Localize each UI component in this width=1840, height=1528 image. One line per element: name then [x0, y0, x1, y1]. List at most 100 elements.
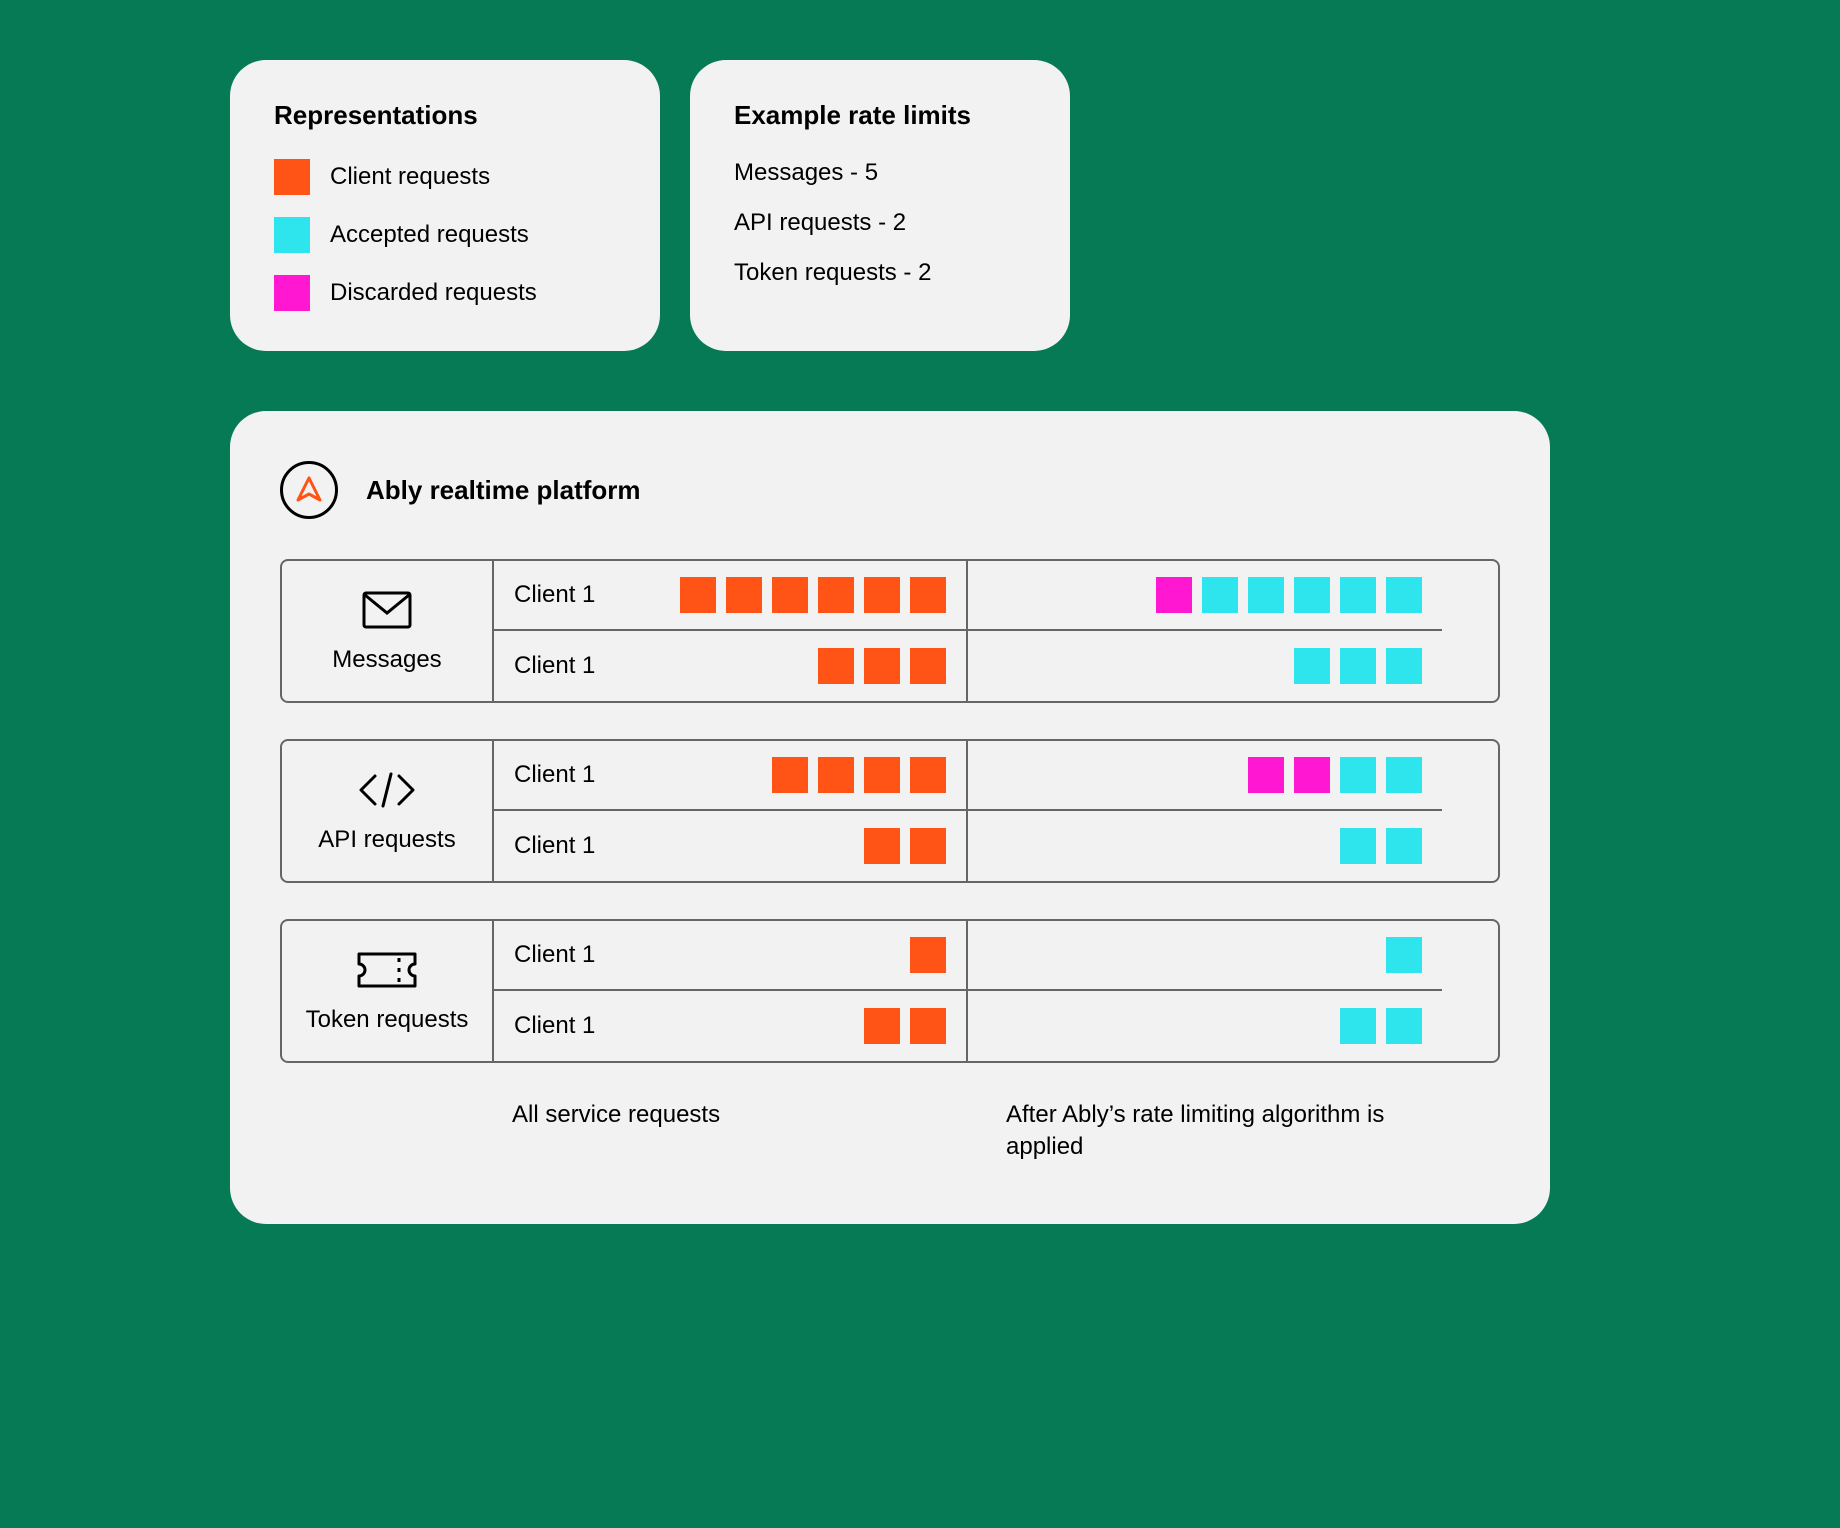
squares-before	[605, 1008, 946, 1044]
limit-value: 2	[893, 209, 906, 236]
request-square	[910, 577, 946, 613]
request-square	[1294, 648, 1330, 684]
request-square	[1340, 577, 1376, 613]
request-square	[864, 648, 900, 684]
section-name: Token requests	[306, 1006, 469, 1034]
request-square	[680, 577, 716, 613]
rate-limits-card: Example rate limits Messages - 5 API requ…	[690, 60, 1070, 351]
section-api-requests: API requests Client 1 Client 1	[280, 739, 1500, 883]
squares-before	[605, 648, 946, 684]
request-square	[1340, 757, 1376, 793]
legend-label: Client requests	[330, 163, 490, 191]
client-label: Client 1	[514, 832, 595, 860]
rate-limits-title: Example rate limits	[734, 100, 1026, 131]
representations-card: Representations Client requests Accepted …	[230, 60, 660, 351]
request-square	[864, 828, 900, 864]
row-before: Client 1	[494, 561, 968, 631]
section-label-cell: Messages	[282, 561, 494, 701]
request-square	[910, 757, 946, 793]
legend-swatch	[274, 217, 310, 253]
legend-item: Discarded requests	[274, 275, 616, 311]
squares-before	[605, 937, 946, 973]
request-square	[910, 1008, 946, 1044]
limit-item: Token requests - 2	[734, 259, 1026, 287]
squares-after	[988, 648, 1422, 684]
limit-value: 2	[918, 259, 931, 286]
request-square	[818, 577, 854, 613]
row-after	[968, 741, 1442, 811]
request-square	[772, 577, 808, 613]
top-cards-row: Representations Client requests Accepted …	[230, 60, 1840, 351]
request-square	[818, 648, 854, 684]
row-before: Client 1	[494, 991, 968, 1061]
request-square	[1202, 577, 1238, 613]
request-square	[1156, 577, 1192, 613]
limit-item: Messages - 5	[734, 159, 1026, 187]
limit-value: 5	[865, 159, 878, 186]
request-square	[910, 937, 946, 973]
request-square	[864, 577, 900, 613]
section-messages: Messages Client 1 Client 1	[280, 559, 1500, 703]
section-name: Messages	[332, 646, 441, 674]
request-square	[1386, 828, 1422, 864]
request-square	[864, 1008, 900, 1044]
row-before: Client 1	[494, 811, 968, 881]
caption-after: After Ably’s rate limiting algorithm is …	[966, 1099, 1440, 1164]
row-after	[968, 991, 1442, 1061]
request-square	[1248, 757, 1284, 793]
legend-label: Accepted requests	[330, 221, 529, 249]
section-label-cell: API requests	[282, 741, 494, 881]
squares-before	[605, 577, 946, 613]
request-square	[1386, 937, 1422, 973]
legend-label: Discarded requests	[330, 279, 537, 307]
squares-after	[988, 757, 1422, 793]
squares-after	[988, 577, 1422, 613]
request-square	[1386, 577, 1422, 613]
squares-after	[988, 828, 1422, 864]
client-label: Client 1	[514, 1012, 595, 1040]
caption-before: All service requests	[492, 1099, 966, 1164]
section-token-requests: Token requests Client 1 Client 1	[280, 919, 1500, 1063]
client-label: Client 1	[514, 652, 595, 680]
legend-swatch	[274, 159, 310, 195]
request-square	[1340, 648, 1376, 684]
code-icon	[357, 768, 417, 812]
request-square	[864, 757, 900, 793]
squares-after	[988, 937, 1422, 973]
envelope-icon	[362, 588, 412, 632]
request-square	[1294, 757, 1330, 793]
request-square	[772, 757, 808, 793]
ticket-icon	[355, 948, 419, 992]
request-square	[1386, 648, 1422, 684]
row-before: Client 1	[494, 631, 968, 701]
request-square	[910, 828, 946, 864]
legend-swatch	[274, 275, 310, 311]
row-after	[968, 811, 1442, 881]
request-square	[726, 577, 762, 613]
ably-logo-icon	[280, 461, 338, 519]
row-before: Client 1	[494, 921, 968, 991]
request-square	[1248, 577, 1284, 613]
row-after	[968, 921, 1442, 991]
legend-item: Client requests	[274, 159, 616, 195]
limit-item: API requests - 2	[734, 209, 1026, 237]
section-name: API requests	[318, 826, 455, 854]
request-square	[818, 757, 854, 793]
platform-title: Ably realtime platform	[366, 475, 641, 506]
row-after	[968, 561, 1442, 631]
client-label: Client 1	[514, 581, 595, 609]
platform-card: Ably realtime platform Messages Client 1 C…	[230, 411, 1550, 1224]
request-square	[910, 648, 946, 684]
limit-label: Token requests	[734, 259, 897, 286]
request-square	[1340, 1008, 1376, 1044]
limit-label: Messages	[734, 159, 843, 186]
request-square	[1340, 828, 1376, 864]
squares-before	[605, 757, 946, 793]
legend-item: Accepted requests	[274, 217, 616, 253]
representations-title: Representations	[274, 100, 616, 131]
captions-row: All service requests After Ably’s rate l…	[280, 1099, 1500, 1164]
client-label: Client 1	[514, 941, 595, 969]
request-square	[1294, 577, 1330, 613]
row-after	[968, 631, 1442, 701]
client-label: Client 1	[514, 761, 595, 789]
